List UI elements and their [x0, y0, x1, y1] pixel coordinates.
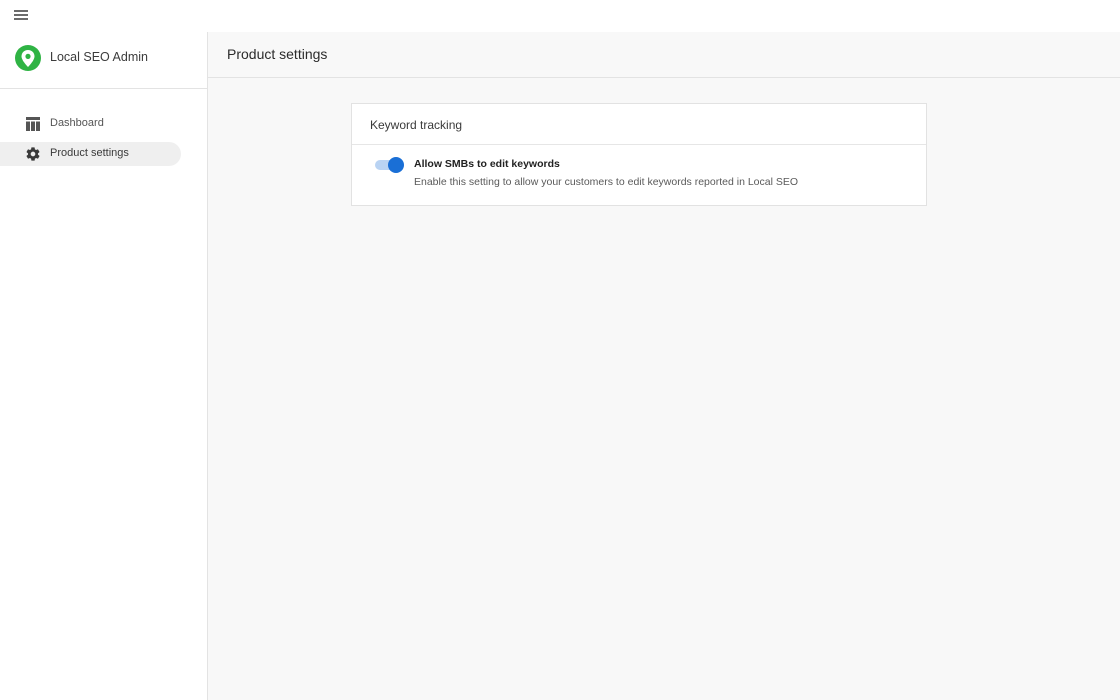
- sidebar-item-label: Product settings: [50, 147, 129, 159]
- keyword-tracking-card: Keyword tracking Allow SMBs to edit keyw…: [351, 103, 927, 206]
- dashboard-icon: [25, 116, 41, 132]
- toggle-thumb: [388, 157, 404, 173]
- app-name: Local SEO Admin: [50, 50, 148, 64]
- brand-header: Local SEO Admin: [0, 32, 207, 89]
- setting-description: Enable this setting to allow your custom…: [414, 176, 799, 188]
- card-header: Keyword tracking: [352, 104, 926, 145]
- allow-smbs-edit-keywords-toggle[interactable]: [374, 157, 404, 173]
- top-app-bar: [0, 0, 1120, 32]
- menu-icon[interactable]: [14, 10, 28, 21]
- location-pin-icon: [15, 45, 41, 71]
- gear-icon: [25, 146, 41, 162]
- sidebar: Local SEO Admin Dashboard Product settin…: [0, 32, 208, 700]
- sidebar-item-label: Dashboard: [50, 117, 104, 129]
- sidebar-item-dashboard[interactable]: Dashboard: [0, 112, 181, 136]
- setting-label: Allow SMBs to edit keywords: [414, 158, 560, 170]
- sidebar-item-product-settings[interactable]: Product settings: [0, 142, 181, 166]
- sidebar-nav: Dashboard Product settings: [0, 112, 207, 172]
- page-header: Product settings: [208, 32, 1120, 78]
- card-title: Keyword tracking: [370, 118, 463, 132]
- page-title: Product settings: [227, 46, 328, 62]
